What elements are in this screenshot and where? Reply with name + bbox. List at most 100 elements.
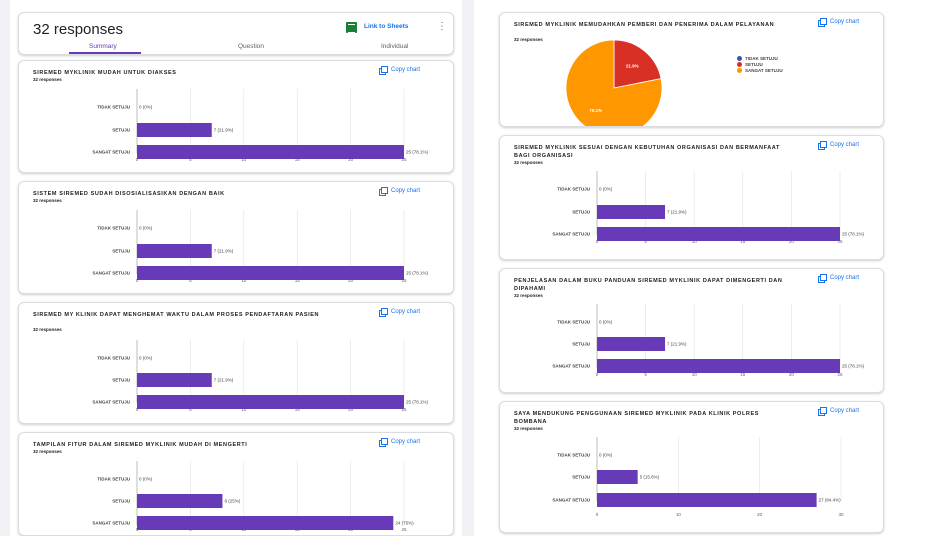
copy-chart-button[interactable]: Copy chart	[818, 407, 859, 416]
question-card: TAMPILAN FITUR DALAM SIREMED MYKLINIK MU…	[18, 432, 454, 536]
bar	[597, 470, 638, 484]
category-label: SANGAT SETUJU	[552, 232, 590, 237]
x-tick-label: 20	[348, 278, 354, 283]
response-count: 32 responses	[33, 449, 62, 454]
copy-chart-label: Copy chart	[830, 142, 860, 148]
response-count: 32 responses	[514, 426, 543, 431]
copy-chart-label: Copy chart	[830, 275, 860, 281]
data-label: 8 (25%)	[224, 499, 240, 504]
category-label: TIDAK SETUJU	[557, 320, 590, 325]
legend-item: SANGAT SETUJU	[737, 67, 783, 73]
copy-icon	[379, 308, 388, 317]
active-tab-indicator	[69, 52, 141, 54]
copy-chart-button[interactable]: Copy chart	[818, 274, 860, 283]
category-label: SANGAT SETUJU	[92, 271, 130, 276]
copy-chart-label: Copy chart	[391, 439, 421, 445]
bar	[137, 395, 404, 409]
slice-label: 21.9%	[626, 63, 639, 68]
category-label: SANGAT SETUJU	[92, 400, 130, 405]
bar	[137, 145, 404, 159]
category-label: SETUJU	[112, 249, 130, 254]
copy-chart-label: Copy chart	[391, 67, 421, 73]
question-card: SISTEM SIREMED SUDAH DISOSIALISASIKAN DE…	[18, 181, 454, 294]
data-label: 27 (84.4%)	[819, 498, 842, 503]
x-tick-label: 10	[241, 157, 247, 162]
x-tick-label: 5	[189, 157, 192, 162]
bar	[137, 244, 212, 258]
more-options-icon[interactable]: ⋮	[437, 21, 447, 33]
copy-icon	[379, 66, 388, 75]
link-to-sheets-button[interactable]: Link to Sheets	[364, 23, 408, 30]
question-card: SIREMED MYKLINIK MUDAH UNTUK DIAKSES 32 r…	[18, 60, 454, 173]
question-card: SIREMED MY KLINIK DAPAT MENGHEMAT WAKTU …	[18, 302, 454, 424]
x-tick-label: 25	[837, 372, 843, 377]
legend-swatch	[737, 55, 742, 61]
question-title: PENJELASAN DALAM BUKU PANDUAN SIREMED MY…	[514, 278, 783, 292]
x-tick-label: 10	[692, 372, 698, 377]
x-tick-label: 15	[740, 372, 746, 377]
x-tick-label: 20	[789, 372, 795, 377]
sheets-icon[interactable]	[346, 22, 357, 33]
copy-icon	[379, 438, 388, 447]
data-label: 7 (21.9%)	[667, 210, 687, 215]
response-count: 32 responses	[514, 37, 543, 42]
legend-label: SANGAT SETUJU	[745, 67, 783, 73]
x-tick-label: 0	[136, 527, 139, 532]
x-tick-label: 0	[596, 372, 599, 377]
response-count: 32 responses	[33, 327, 62, 332]
bar	[137, 373, 212, 387]
bar	[597, 337, 666, 351]
category-label: TIDAK SETUJU	[557, 187, 590, 192]
response-count: 32 responses	[514, 293, 543, 298]
chart-svg: 0 5 10 15 20 25 TIDAK SETUJU 0 (0%) SETUJU 7 (21.…	[92, 340, 429, 412]
copy-icon	[818, 274, 827, 283]
chart-svg: 0 5 10 15 20 25 TIDAK SETUJU 0 (0%) SETUJU 7 (21.…	[92, 210, 429, 283]
x-tick-label: 25	[401, 407, 407, 412]
x-tick-label: 20	[348, 157, 354, 162]
pie-slice	[613, 39, 662, 89]
copy-chart-label: Copy chart	[391, 188, 421, 194]
category-label: TIDAK SETUJU	[97, 105, 130, 110]
question-card: SIREMED MYKLINIK MEMUDAHKAN PEMBERI DAN …	[499, 12, 884, 127]
data-label: 7 (21.9%)	[214, 249, 234, 254]
copy-chart-button[interactable]: Copy chart	[818, 18, 859, 27]
x-tick-label: 5	[189, 278, 192, 283]
category-label: SETUJU	[112, 499, 130, 504]
copy-chart-button[interactable]: Copy chart	[379, 66, 421, 75]
data-label: 7 (21.9%)	[667, 342, 687, 347]
x-tick-label: 15	[740, 239, 746, 244]
x-tick-label: 5	[189, 527, 192, 532]
question-title: SIREMED MYKLINIK MEMUDAHKAN PEMBERI DAN …	[514, 22, 775, 28]
data-label: 25 (78.1%)	[406, 271, 429, 276]
x-tick-label: 25	[401, 278, 407, 283]
category-label: SANGAT SETUJU	[552, 498, 590, 503]
bar	[137, 516, 394, 530]
x-tick-label: 0	[596, 512, 599, 517]
x-tick-label: 10	[241, 407, 247, 412]
category-label: SETUJU	[572, 210, 590, 215]
category-label: SANGAT SETUJU	[92, 521, 130, 526]
copy-chart-button[interactable]: Copy chart	[818, 141, 860, 150]
x-tick-label: 15	[295, 157, 301, 162]
question-title: SIREMED MYKLINIK SESUAI DENGAN KEBUTUHAN…	[514, 145, 780, 159]
x-tick-label: 5	[644, 372, 647, 377]
x-tick-label: 5	[644, 239, 647, 244]
question-card: SAYA MENDUKUNG PENGGUNAAN SIREMED MYKLIN…	[499, 401, 884, 533]
x-tick-label: 5	[189, 407, 192, 412]
bar	[137, 494, 223, 508]
legend-swatch	[737, 67, 742, 73]
tab-summary[interactable]: Summary	[89, 43, 117, 50]
copy-chart-button[interactable]: Copy chart	[379, 308, 420, 317]
data-label: 7 (21.9%)	[214, 378, 234, 383]
category-label: SETUJU	[572, 342, 590, 347]
copy-chart-button[interactable]: Copy chart	[379, 187, 421, 196]
copy-icon	[379, 187, 388, 196]
tab-individual[interactable]: Individual	[381, 43, 408, 50]
tab-question[interactable]: Question	[238, 43, 264, 50]
legend-swatch	[737, 61, 742, 67]
x-tick-label: 25	[401, 157, 407, 162]
question-card: PENJELASAN DALAM BUKU PANDUAN SIREMED MY…	[499, 268, 884, 393]
response-count: 32 responses	[514, 160, 543, 165]
data-label: 0 (0%)	[599, 453, 613, 458]
copy-chart-button[interactable]: Copy chart	[379, 438, 421, 447]
